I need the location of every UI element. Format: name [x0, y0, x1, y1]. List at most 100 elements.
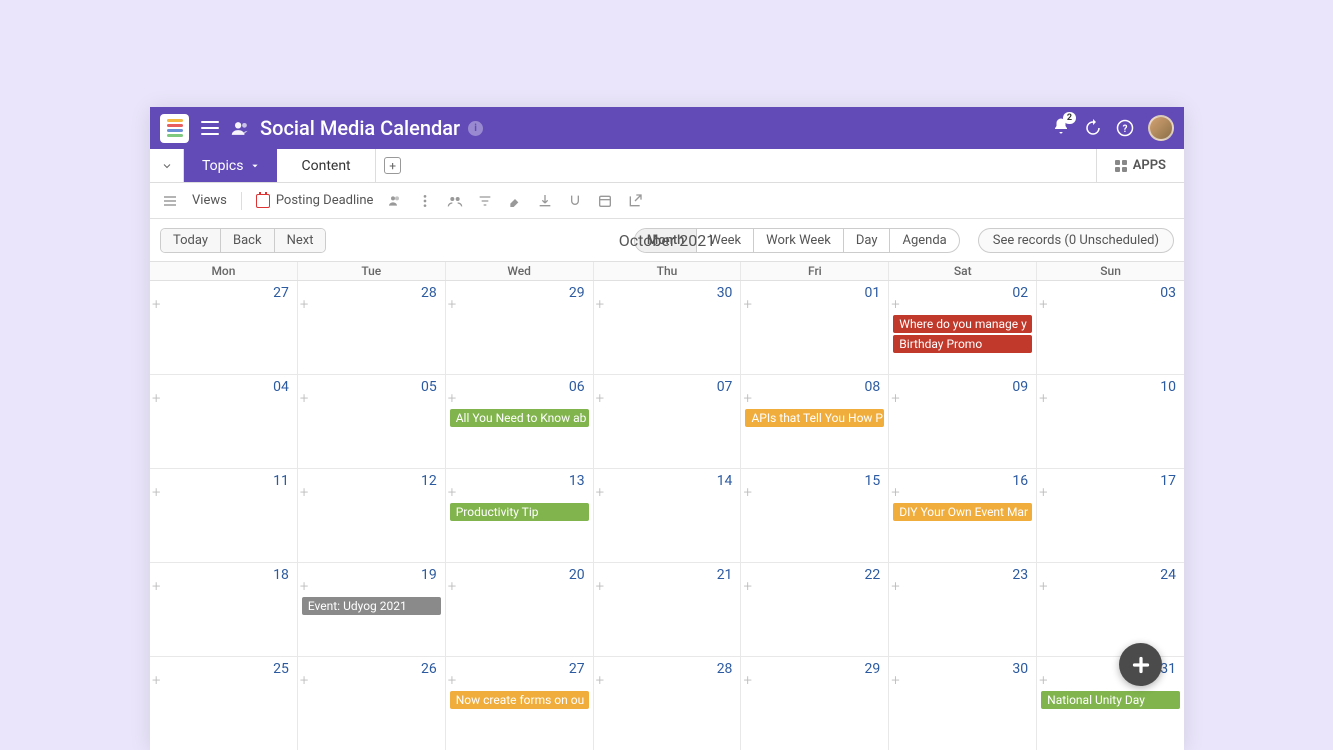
calendar-event[interactable]: Productivity Tip — [450, 503, 589, 521]
day-number[interactable]: 01 — [865, 285, 881, 301]
add-event-icon[interactable]: + — [1039, 297, 1047, 312]
calendar-cell[interactable]: 03+ — [1036, 281, 1184, 374]
view-day[interactable]: Day — [843, 229, 890, 252]
add-event-icon[interactable]: + — [300, 673, 308, 688]
add-event-icon[interactable]: + — [891, 485, 899, 500]
day-number[interactable]: 15 — [865, 473, 881, 489]
add-event-icon[interactable]: + — [891, 297, 899, 312]
day-number[interactable]: 23 — [1012, 567, 1028, 583]
day-number[interactable]: 27 — [273, 285, 289, 301]
add-event-icon[interactable]: + — [1039, 391, 1047, 406]
day-number[interactable]: 29 — [865, 661, 881, 677]
calendar-cell[interactable]: 01 + — [740, 281, 888, 374]
add-event-icon[interactable]: + — [448, 673, 456, 688]
add-event-icon[interactable]: + — [596, 579, 604, 594]
add-event-icon[interactable]: + — [300, 297, 308, 312]
add-event-icon[interactable]: + — [891, 579, 899, 594]
calendar-event[interactable]: DIY Your Own Event Mar — [893, 503, 1032, 521]
add-event-icon[interactable]: + — [743, 391, 751, 406]
add-event-icon[interactable]: + — [300, 485, 308, 500]
day-number[interactable]: 24 — [1160, 567, 1176, 583]
day-number[interactable]: 22 — [865, 567, 881, 583]
calendar-cell[interactable]: 07+ — [593, 375, 741, 468]
calendar-cell[interactable]: 23 + — [888, 563, 1036, 656]
add-event-icon[interactable]: + — [448, 391, 456, 406]
calendar-cell[interactable]: 25 + — [150, 657, 297, 750]
add-event-icon[interactable]: + — [743, 673, 751, 688]
add-event-icon[interactable]: + — [596, 297, 604, 312]
calendar-event[interactable]: National Unity Day — [1041, 691, 1180, 709]
add-event-icon[interactable]: + — [743, 297, 751, 312]
more-options-icon[interactable] — [417, 193, 433, 209]
calendar-cell[interactable]: 06+All You Need to Know ab — [445, 375, 593, 468]
calendar-cell[interactable]: 28+ — [297, 281, 445, 374]
add-event-icon[interactable]: + — [152, 297, 160, 312]
collapse-sidebar-button[interactable] — [150, 149, 184, 182]
calendar-cell[interactable]: 31+National Unity Day — [1036, 657, 1184, 750]
next-button[interactable]: Next — [274, 229, 326, 252]
day-number[interactable]: 11 — [273, 473, 289, 489]
add-event-icon[interactable]: + — [152, 485, 160, 500]
calendar-cell[interactable]: 13+Productivity Tip — [445, 469, 593, 562]
add-event-icon[interactable]: + — [152, 673, 160, 688]
day-number[interactable]: 13 — [569, 473, 585, 489]
calendar-cell[interactable]: 22+ — [740, 563, 888, 656]
add-event-icon[interactable]: + — [152, 391, 160, 406]
users-icon[interactable] — [231, 119, 250, 138]
share-users-icon[interactable] — [447, 193, 463, 209]
day-number[interactable]: 27 — [569, 661, 585, 677]
day-number[interactable]: 31 — [1160, 661, 1176, 677]
calendar-cell[interactable]: 24 + — [1036, 563, 1184, 656]
add-event-icon[interactable]: + — [1039, 579, 1047, 594]
calendar-cell[interactable]: 11 + — [150, 469, 297, 562]
calendar-cell[interactable]: 29 + — [740, 657, 888, 750]
calendar-cell[interactable]: 20 + — [445, 563, 593, 656]
calendar-event[interactable]: Birthday Promo — [893, 335, 1032, 353]
calendar-event[interactable]: Now create forms on ou — [450, 691, 589, 709]
users-toolbar-icon[interactable] — [387, 193, 403, 209]
tab-topics[interactable]: Topics — [184, 149, 277, 182]
view-agenda[interactable]: Agenda — [889, 229, 958, 252]
see-records-button[interactable]: See records (0 Unscheduled) — [978, 228, 1174, 253]
day-number[interactable]: 20 — [569, 567, 585, 583]
tab-content[interactable]: Content — [277, 149, 375, 182]
day-number[interactable]: 30 — [717, 285, 733, 301]
magnet-icon[interactable] — [567, 193, 583, 209]
add-event-icon[interactable]: + — [596, 673, 604, 688]
add-event-icon[interactable]: + — [152, 579, 160, 594]
calendar-cell[interactable]: 18 + — [150, 563, 297, 656]
export-icon[interactable] — [627, 193, 643, 209]
calendar-cell[interactable]: 26 + — [297, 657, 445, 750]
day-number[interactable]: 18 — [273, 567, 289, 583]
day-number[interactable]: 17 — [1160, 473, 1176, 489]
history-icon[interactable] — [1084, 119, 1102, 137]
day-number[interactable]: 30 — [1012, 661, 1028, 677]
day-number[interactable]: 21 — [717, 567, 733, 583]
add-record-fab[interactable] — [1119, 643, 1162, 686]
info-icon[interactable]: i — [468, 121, 483, 136]
back-button[interactable]: Back — [220, 229, 274, 252]
calendar-cell[interactable]: 14 + — [593, 469, 741, 562]
day-number[interactable]: 07 — [717, 379, 733, 395]
add-event-icon[interactable]: + — [448, 579, 456, 594]
notifications-button[interactable]: 2 — [1052, 117, 1070, 139]
day-number[interactable]: 16 — [1012, 473, 1028, 489]
download-icon[interactable] — [537, 193, 553, 209]
calendar-event[interactable]: Where do you manage y — [893, 315, 1032, 333]
calendar-cell[interactable]: 29+ — [445, 281, 593, 374]
apps-button[interactable]: APPS — [1096, 149, 1184, 182]
calendar-cell[interactable]: 02+Where do you manage yBirthday Promo — [888, 281, 1036, 374]
day-number[interactable]: 05 — [421, 379, 437, 395]
day-number[interactable]: 10 — [1160, 379, 1176, 395]
calendar-cell[interactable]: 12+ — [297, 469, 445, 562]
day-number[interactable]: 26 — [421, 661, 437, 677]
add-event-icon[interactable]: + — [596, 485, 604, 500]
day-number[interactable]: 25 — [273, 661, 289, 677]
day-number[interactable]: 14 — [717, 473, 733, 489]
app-logo[interactable] — [160, 114, 189, 143]
calendar-cell[interactable]: 04+ — [150, 375, 297, 468]
view-work-week[interactable]: Work Week — [753, 229, 843, 252]
calendar-cell[interactable]: 21 + — [593, 563, 741, 656]
calendar-cell[interactable]: 27 + Now create forms on ou — [445, 657, 593, 750]
calendar-cell[interactable]: 09+ — [888, 375, 1036, 468]
